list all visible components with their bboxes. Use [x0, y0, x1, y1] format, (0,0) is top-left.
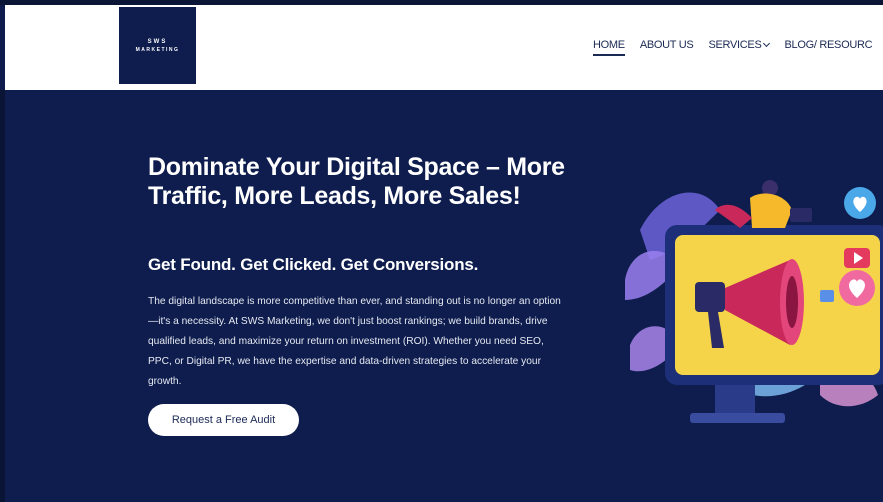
main-nav: HOME ABOUT US SERVICES BLOG/ RESOURC: [593, 39, 883, 56]
site-logo[interactable]: SWS MARKETING: [119, 7, 196, 84]
chart-card-icon: [820, 290, 834, 302]
chevron-down-icon: [763, 39, 771, 48]
logo-line-2: MARKETING: [135, 46, 180, 53]
person-figure: [715, 180, 812, 228]
play-icon: [844, 248, 870, 268]
site-header: SWS MARKETING HOME ABOUT US SERVICES BLO…: [5, 5, 883, 90]
hero-description: The digital landscape is more competitiv…: [148, 296, 561, 387]
nav-services[interactable]: SERVICES: [708, 39, 771, 51]
request-audit-button[interactable]: Request a Free Audit: [148, 404, 299, 436]
nav-services-label: SERVICES: [708, 39, 762, 51]
hero-title: Dominate Your Digital Space – More Traff…: [148, 153, 565, 210]
nav-about-us[interactable]: ABOUT US: [640, 39, 694, 51]
nav-blog-resources[interactable]: BLOG/ RESOURC: [784, 39, 872, 51]
marketing-illustration: [625, 180, 883, 423]
chat-heart-icon: [844, 187, 876, 219]
logo-line-1: SWS: [147, 38, 168, 45]
heart-icon: [839, 270, 875, 306]
hero-subtitle: Get Found. Get Clicked. Get Conversions.: [148, 255, 479, 274]
nav-home[interactable]: HOME: [593, 39, 625, 56]
